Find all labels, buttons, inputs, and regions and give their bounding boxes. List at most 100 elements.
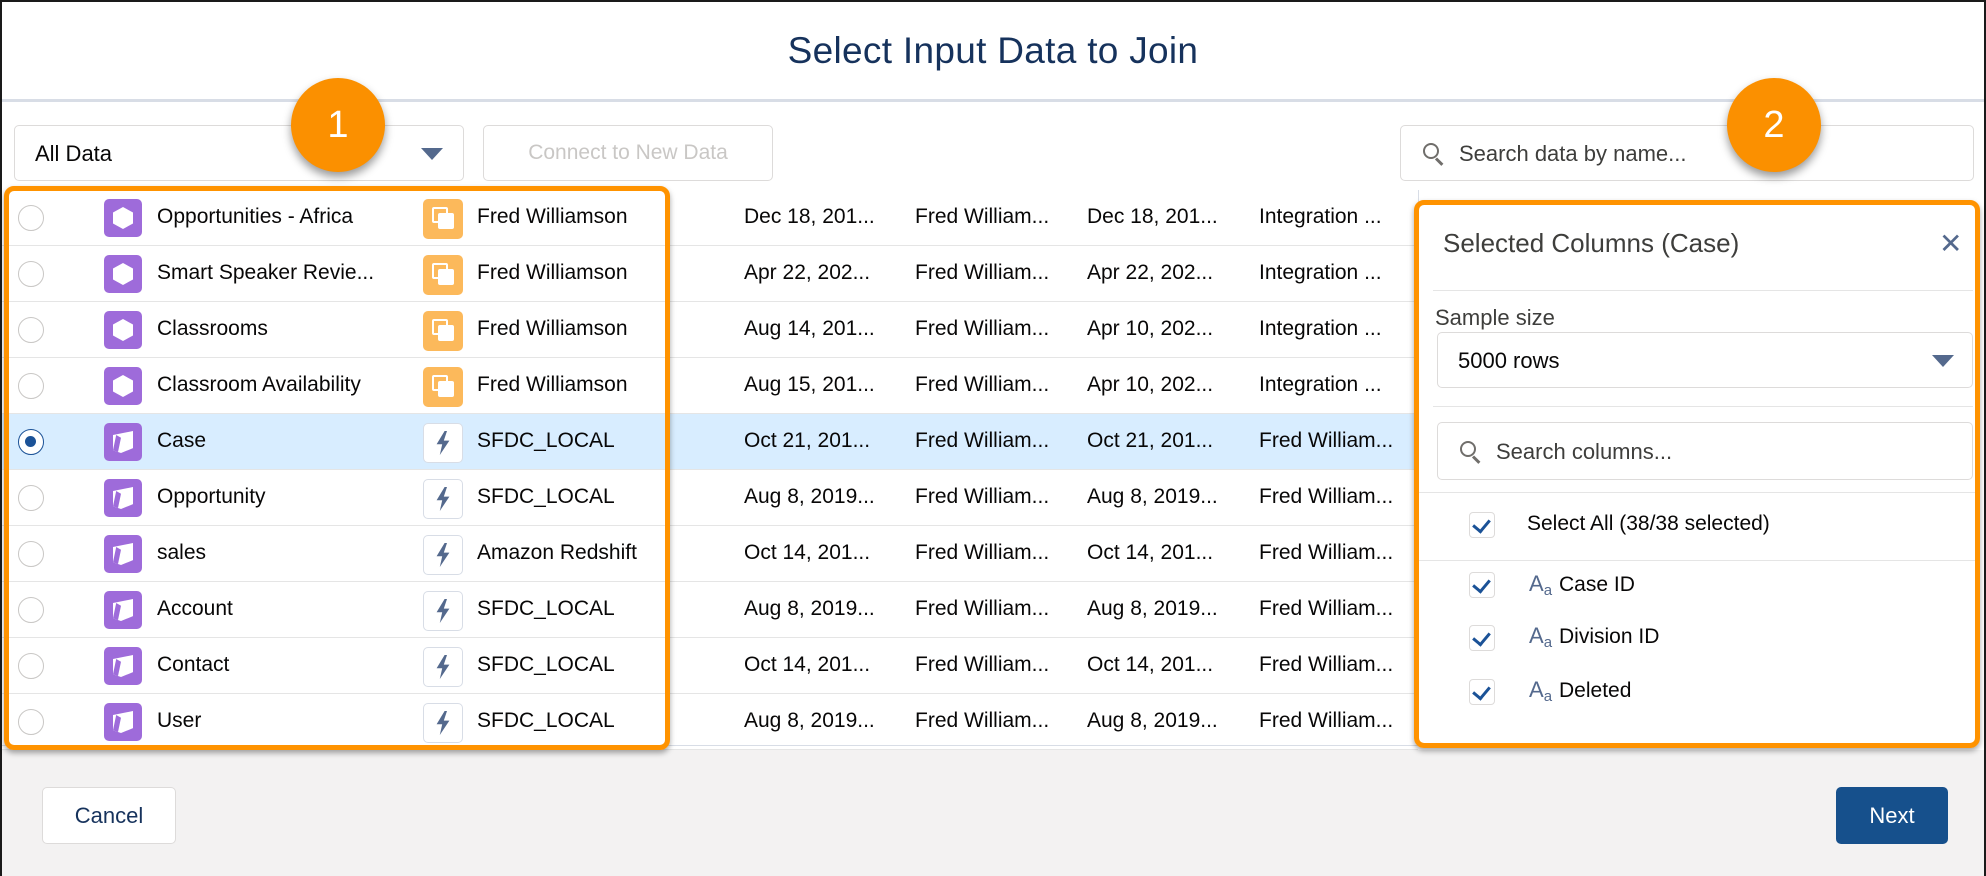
divider xyxy=(1433,406,1973,407)
chevron-down-icon xyxy=(1932,355,1954,367)
row-modified-by: Integration ... xyxy=(1259,261,1382,284)
column-label: Case ID xyxy=(1559,573,1635,596)
row-created-by: Fred William... xyxy=(915,485,1050,508)
table-row[interactable]: Opportunities - Africa Fred Williamson D… xyxy=(2,190,1418,246)
row-radio[interactable] xyxy=(18,485,44,511)
dataset-hex-icon xyxy=(104,311,142,349)
sample-size-value: 5000 rows xyxy=(1458,348,1560,373)
table-row[interactable]: Classrooms Fred Williamson Aug 14, 201..… xyxy=(2,302,1418,358)
row-radio[interactable] xyxy=(18,541,44,567)
row-radio[interactable] xyxy=(18,205,44,231)
column-label: Division ID xyxy=(1559,625,1660,648)
row-radio-selected[interactable] xyxy=(18,429,44,455)
text-type-icon: Aa xyxy=(1529,571,1553,599)
select-all-label: Select All (38/38 selected) xyxy=(1527,512,1770,535)
row-source: Fred Williamson xyxy=(477,205,628,228)
table-row[interactable]: Contact SFDC_LOCAL Oct 14, 201... Fred W… xyxy=(2,638,1418,694)
search-columns-input[interactable]: Search columns... xyxy=(1437,422,1973,480)
connected-object-icon xyxy=(104,423,142,461)
row-modified-by: Fred William... xyxy=(1259,597,1394,620)
table-row[interactable]: sales Amazon Redshift Oct 14, 201... Fre… xyxy=(2,526,1418,582)
row-radio[interactable] xyxy=(18,597,44,623)
modal-footer: Cancel Next xyxy=(2,750,1984,876)
row-radio[interactable] xyxy=(18,709,44,735)
row-source: Fred Williamson xyxy=(477,373,628,396)
sample-size-select[interactable]: 5000 rows xyxy=(1437,332,1973,388)
table-row[interactable]: Smart Speaker Revie... Fred Williamson A… xyxy=(2,246,1418,302)
select-all-checkbox[interactable] xyxy=(1469,512,1495,538)
row-name: User xyxy=(157,709,202,732)
search-icon xyxy=(1423,143,1444,166)
divider xyxy=(1419,560,1975,561)
row-created-date: Apr 22, 202... xyxy=(744,261,871,284)
data-table: Opportunities - Africa Fred Williamson D… xyxy=(2,190,1418,750)
next-button[interactable]: Next xyxy=(1836,787,1948,844)
row-modified-date: Aug 8, 2019... xyxy=(1087,709,1218,732)
row-modified-date: Aug 8, 2019... xyxy=(1087,597,1218,620)
text-type-icon: Aa xyxy=(1529,677,1553,705)
table-row-selected[interactable]: Case SFDC_LOCAL Oct 21, 201... Fred Will… xyxy=(2,414,1418,470)
row-created-by: Fred William... xyxy=(915,429,1050,452)
connected-object-icon xyxy=(104,591,142,629)
row-created-date: Aug 15, 201... xyxy=(744,373,875,396)
row-created-by: Fred William... xyxy=(915,373,1050,396)
row-modified-date: Apr 10, 202... xyxy=(1087,317,1214,340)
callout-badge-2: 2 xyxy=(1727,78,1821,172)
divider xyxy=(1433,290,1973,291)
row-modified-by: Integration ... xyxy=(1259,205,1382,228)
row-created-date: Oct 14, 201... xyxy=(744,541,871,564)
table-row[interactable]: Opportunity SFDC_LOCAL Aug 8, 2019... Fr… xyxy=(2,470,1418,526)
table-row[interactable]: Account SFDC_LOCAL Aug 8, 2019... Fred W… xyxy=(2,582,1418,638)
row-created-by: Fred William... xyxy=(915,653,1050,676)
row-modified-date: Aug 8, 2019... xyxy=(1087,485,1218,508)
row-modified-date: Oct 14, 201... xyxy=(1087,653,1214,676)
row-radio[interactable] xyxy=(18,653,44,679)
row-source: SFDC_LOCAL xyxy=(477,597,615,620)
row-created-by: Fred William... xyxy=(915,709,1050,732)
row-modified-by: Fred William... xyxy=(1259,485,1394,508)
callout-badge-1: 1 xyxy=(291,78,385,172)
row-source: SFDC_LOCAL xyxy=(477,653,615,676)
table-row[interactable]: User SFDC_LOCAL Aug 8, 2019... Fred Will… xyxy=(2,694,1418,750)
column-checkbox[interactable] xyxy=(1469,679,1495,705)
row-source: SFDC_LOCAL xyxy=(477,485,615,508)
cancel-button[interactable]: Cancel xyxy=(42,787,176,844)
row-radio[interactable] xyxy=(18,261,44,287)
row-modified-date: Apr 22, 202... xyxy=(1087,261,1214,284)
search-data-input[interactable]: Search data by name... xyxy=(1400,125,1974,181)
row-created-date: Dec 18, 201... xyxy=(744,205,875,228)
row-created-date: Aug 8, 2019... xyxy=(744,485,875,508)
dataset-hex-icon xyxy=(104,367,142,405)
row-radio[interactable] xyxy=(18,317,44,343)
connect-new-data-button[interactable]: Connect to New Data xyxy=(483,125,773,181)
row-source: SFDC_LOCAL xyxy=(477,709,615,732)
bolt-icon xyxy=(423,647,463,687)
bolt-icon xyxy=(423,591,463,631)
text-type-icon: Aa xyxy=(1529,623,1553,651)
bolt-icon xyxy=(423,423,463,463)
connected-object-icon xyxy=(104,647,142,685)
table-row[interactable]: Classroom Availability Fred Williamson A… xyxy=(2,358,1418,414)
divider xyxy=(1419,492,1975,493)
row-created-by: Fred William... xyxy=(915,541,1050,564)
close-icon[interactable]: ✕ xyxy=(1939,230,1962,258)
row-source: Fred Williamson xyxy=(477,261,628,284)
row-name: Contact xyxy=(157,653,230,676)
row-name: Classrooms xyxy=(157,317,268,340)
column-checkbox[interactable] xyxy=(1469,572,1495,598)
connected-object-icon xyxy=(104,703,142,741)
row-modified-by: Fred William... xyxy=(1259,709,1394,732)
row-name: Opportunity xyxy=(157,485,266,508)
bolt-icon xyxy=(423,535,463,575)
row-source: SFDC_LOCAL xyxy=(477,429,615,452)
row-created-by: Fred William... xyxy=(915,317,1050,340)
bolt-icon xyxy=(423,479,463,519)
dataset-hex-icon xyxy=(104,199,142,237)
row-created-by: Fred William... xyxy=(915,205,1050,228)
connected-object-icon xyxy=(104,535,142,573)
row-radio[interactable] xyxy=(18,373,44,399)
row-name: sales xyxy=(157,541,207,564)
column-checkbox[interactable] xyxy=(1469,625,1495,651)
join-data-modal: Select Input Data to Join All Data Conne… xyxy=(0,0,1986,876)
data-filter-select[interactable]: All Data xyxy=(14,125,464,181)
